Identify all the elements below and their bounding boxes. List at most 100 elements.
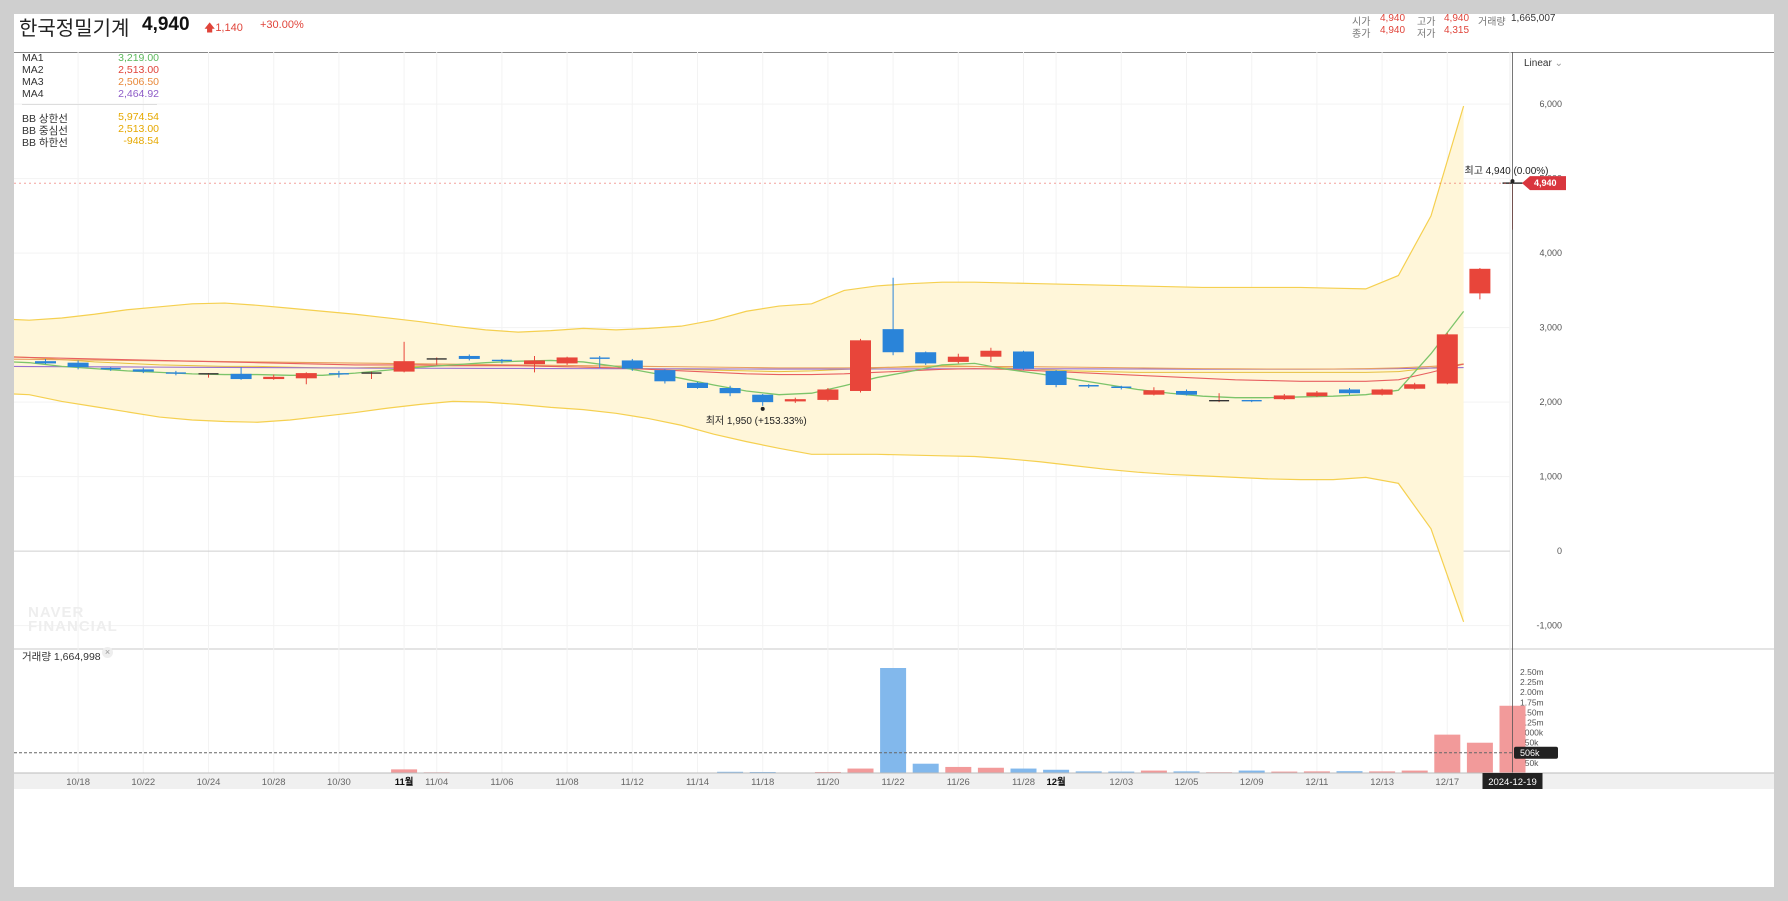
candle-body xyxy=(230,373,252,380)
price-tick-label: 6,000 xyxy=(1539,99,1562,109)
candle-body xyxy=(621,360,643,369)
high-annotation: 최고 4,940 (0.00%) xyxy=(1465,165,1549,177)
x-tick-label: 12/03 xyxy=(1109,777,1133,788)
volume-tick-label: 2.25m xyxy=(1520,677,1544,687)
current-price: 4,940 xyxy=(142,14,190,35)
volume-bar xyxy=(880,668,907,773)
x-tick-label: 11/06 xyxy=(490,777,513,788)
candle-body xyxy=(1143,390,1165,395)
volume-panel-title: 거래량 xyxy=(22,651,51,663)
price-badge-text: 4,940 xyxy=(1534,178,1557,188)
candle-body xyxy=(524,360,545,365)
up-arrow-icon: 🡅 xyxy=(204,22,216,34)
volume-tick-label: 2.00m xyxy=(1520,687,1544,697)
low-value: 4,315 xyxy=(1444,25,1470,36)
x-tick-label: 11/22 xyxy=(882,777,905,788)
bb-upper-value: 5,974.54 xyxy=(118,111,159,123)
price-tick-label: 2,000 xyxy=(1539,397,1562,407)
x-tick-label: 11월 xyxy=(395,776,414,788)
x-tick-label: 11/08 xyxy=(556,777,579,788)
x-tick-label: 11/28 xyxy=(1012,777,1035,788)
volume-badge-text: 506k xyxy=(1520,748,1540,758)
candle-body xyxy=(752,394,774,403)
low-label: 저가 xyxy=(1417,29,1436,40)
volume-bar xyxy=(391,769,418,773)
ma2-label: MA2 xyxy=(22,64,44,76)
volume-bar xyxy=(1010,768,1037,773)
x-tick-label: 12/17 xyxy=(1435,777,1459,788)
x-tick-label: 12/13 xyxy=(1370,777,1394,788)
candle-body xyxy=(295,373,317,379)
volume-value: 1,665,007 xyxy=(1511,14,1556,24)
x-tick-label: 12/09 xyxy=(1240,777,1264,788)
candle-body xyxy=(980,350,1002,357)
candle-body xyxy=(458,355,480,359)
price-tick-label: 4,000 xyxy=(1539,248,1562,258)
price-chart[interactable]: 6,0005,0004,0003,0002,0001,0000-1,0002.5… xyxy=(14,52,1774,887)
watermark-line-2: FINANCIAL xyxy=(28,618,118,635)
volume-bar xyxy=(847,768,874,773)
volume-tick-label: 2.50m xyxy=(1520,667,1544,677)
candle-body xyxy=(1371,389,1393,395)
bb-lower-value: -948.54 xyxy=(123,135,159,147)
candle-body xyxy=(1306,392,1328,397)
candle-body xyxy=(1045,370,1067,386)
x-tick-label: 10/24 xyxy=(197,777,221,788)
candle-body xyxy=(915,352,937,364)
high-marker xyxy=(1510,179,1515,184)
candle-body xyxy=(1404,384,1426,389)
ma3-value: 2,506.50 xyxy=(118,76,159,88)
volume-bar xyxy=(912,763,939,773)
ma1-value: 3,219.00 xyxy=(118,52,159,64)
candle-body xyxy=(1436,334,1458,384)
x-tick-label: 10/28 xyxy=(262,777,286,788)
x-tick-label: 11/14 xyxy=(686,777,709,788)
candle-body xyxy=(1339,389,1360,394)
app-frame: 한국정밀기계 4,940 🡅1,140 +30.00% 시가 4,940 고가 … xyxy=(0,0,1788,901)
candle-body xyxy=(687,382,708,388)
close-icon[interactable]: × xyxy=(102,647,113,658)
date-badge-text: 2024-12-19 xyxy=(1488,777,1537,788)
volume-label: 거래량 xyxy=(1478,17,1506,28)
price-change: 🡅1,140 xyxy=(204,19,243,38)
x-tick-label: 11/20 xyxy=(816,777,839,788)
scale-mode-label: Linear xyxy=(1524,58,1552,69)
ma4-label: MA4 xyxy=(22,88,44,100)
price-change-value: 1,140 xyxy=(215,22,243,34)
candle-body xyxy=(817,389,839,400)
x-tick-label: 11/04 xyxy=(425,777,448,788)
bb-middle-value: 2,513.00 xyxy=(118,123,159,135)
legend-divider xyxy=(22,104,157,105)
x-tick-label: 11/18 xyxy=(751,777,774,788)
volume-bar xyxy=(945,766,972,773)
scale-mode-dropdown[interactable]: Linear ⌄ xyxy=(1524,58,1563,69)
low-marker xyxy=(760,406,765,411)
volume-bar xyxy=(1434,734,1461,773)
price-tick-label: 1,000 xyxy=(1539,472,1562,482)
ma2-value: 2,513.00 xyxy=(118,64,159,76)
chart-panel: 한국정밀기계 4,940 🡅1,140 +30.00% 시가 4,940 고가 … xyxy=(14,14,1774,887)
candle-body xyxy=(1469,268,1491,294)
candle-body xyxy=(393,361,415,372)
x-tick-label: 12/11 xyxy=(1305,777,1328,788)
x-tick-label: 11/26 xyxy=(947,777,970,788)
candle-body xyxy=(1273,395,1295,400)
stock-header: 한국정밀기계 4,940 🡅1,140 +30.00% 시가 4,940 고가 … xyxy=(14,14,1774,53)
candle-body xyxy=(35,361,56,364)
x-tick-label: 11/12 xyxy=(621,777,644,788)
price-change-percent: +30.00% xyxy=(260,19,304,31)
candle-body xyxy=(132,369,154,372)
volume-panel-label: 거래량 1,664,998 xyxy=(22,649,101,664)
candle-body xyxy=(784,399,806,402)
price-tick-label: 0 xyxy=(1557,546,1562,556)
candle-body xyxy=(1176,390,1197,395)
candle-body xyxy=(67,362,89,368)
ma3-label: MA3 xyxy=(22,76,44,88)
open-value: 4,940 xyxy=(1380,14,1406,24)
price-tick-label: 3,000 xyxy=(1539,323,1562,333)
volume-bar xyxy=(1466,742,1493,773)
stock-name: 한국정밀기계 xyxy=(19,18,130,40)
naver-financial-watermark: NAVER FINANCIAL xyxy=(28,605,118,635)
bb-lower-label: BB 하한선 xyxy=(22,137,68,149)
candle-body xyxy=(556,357,578,364)
